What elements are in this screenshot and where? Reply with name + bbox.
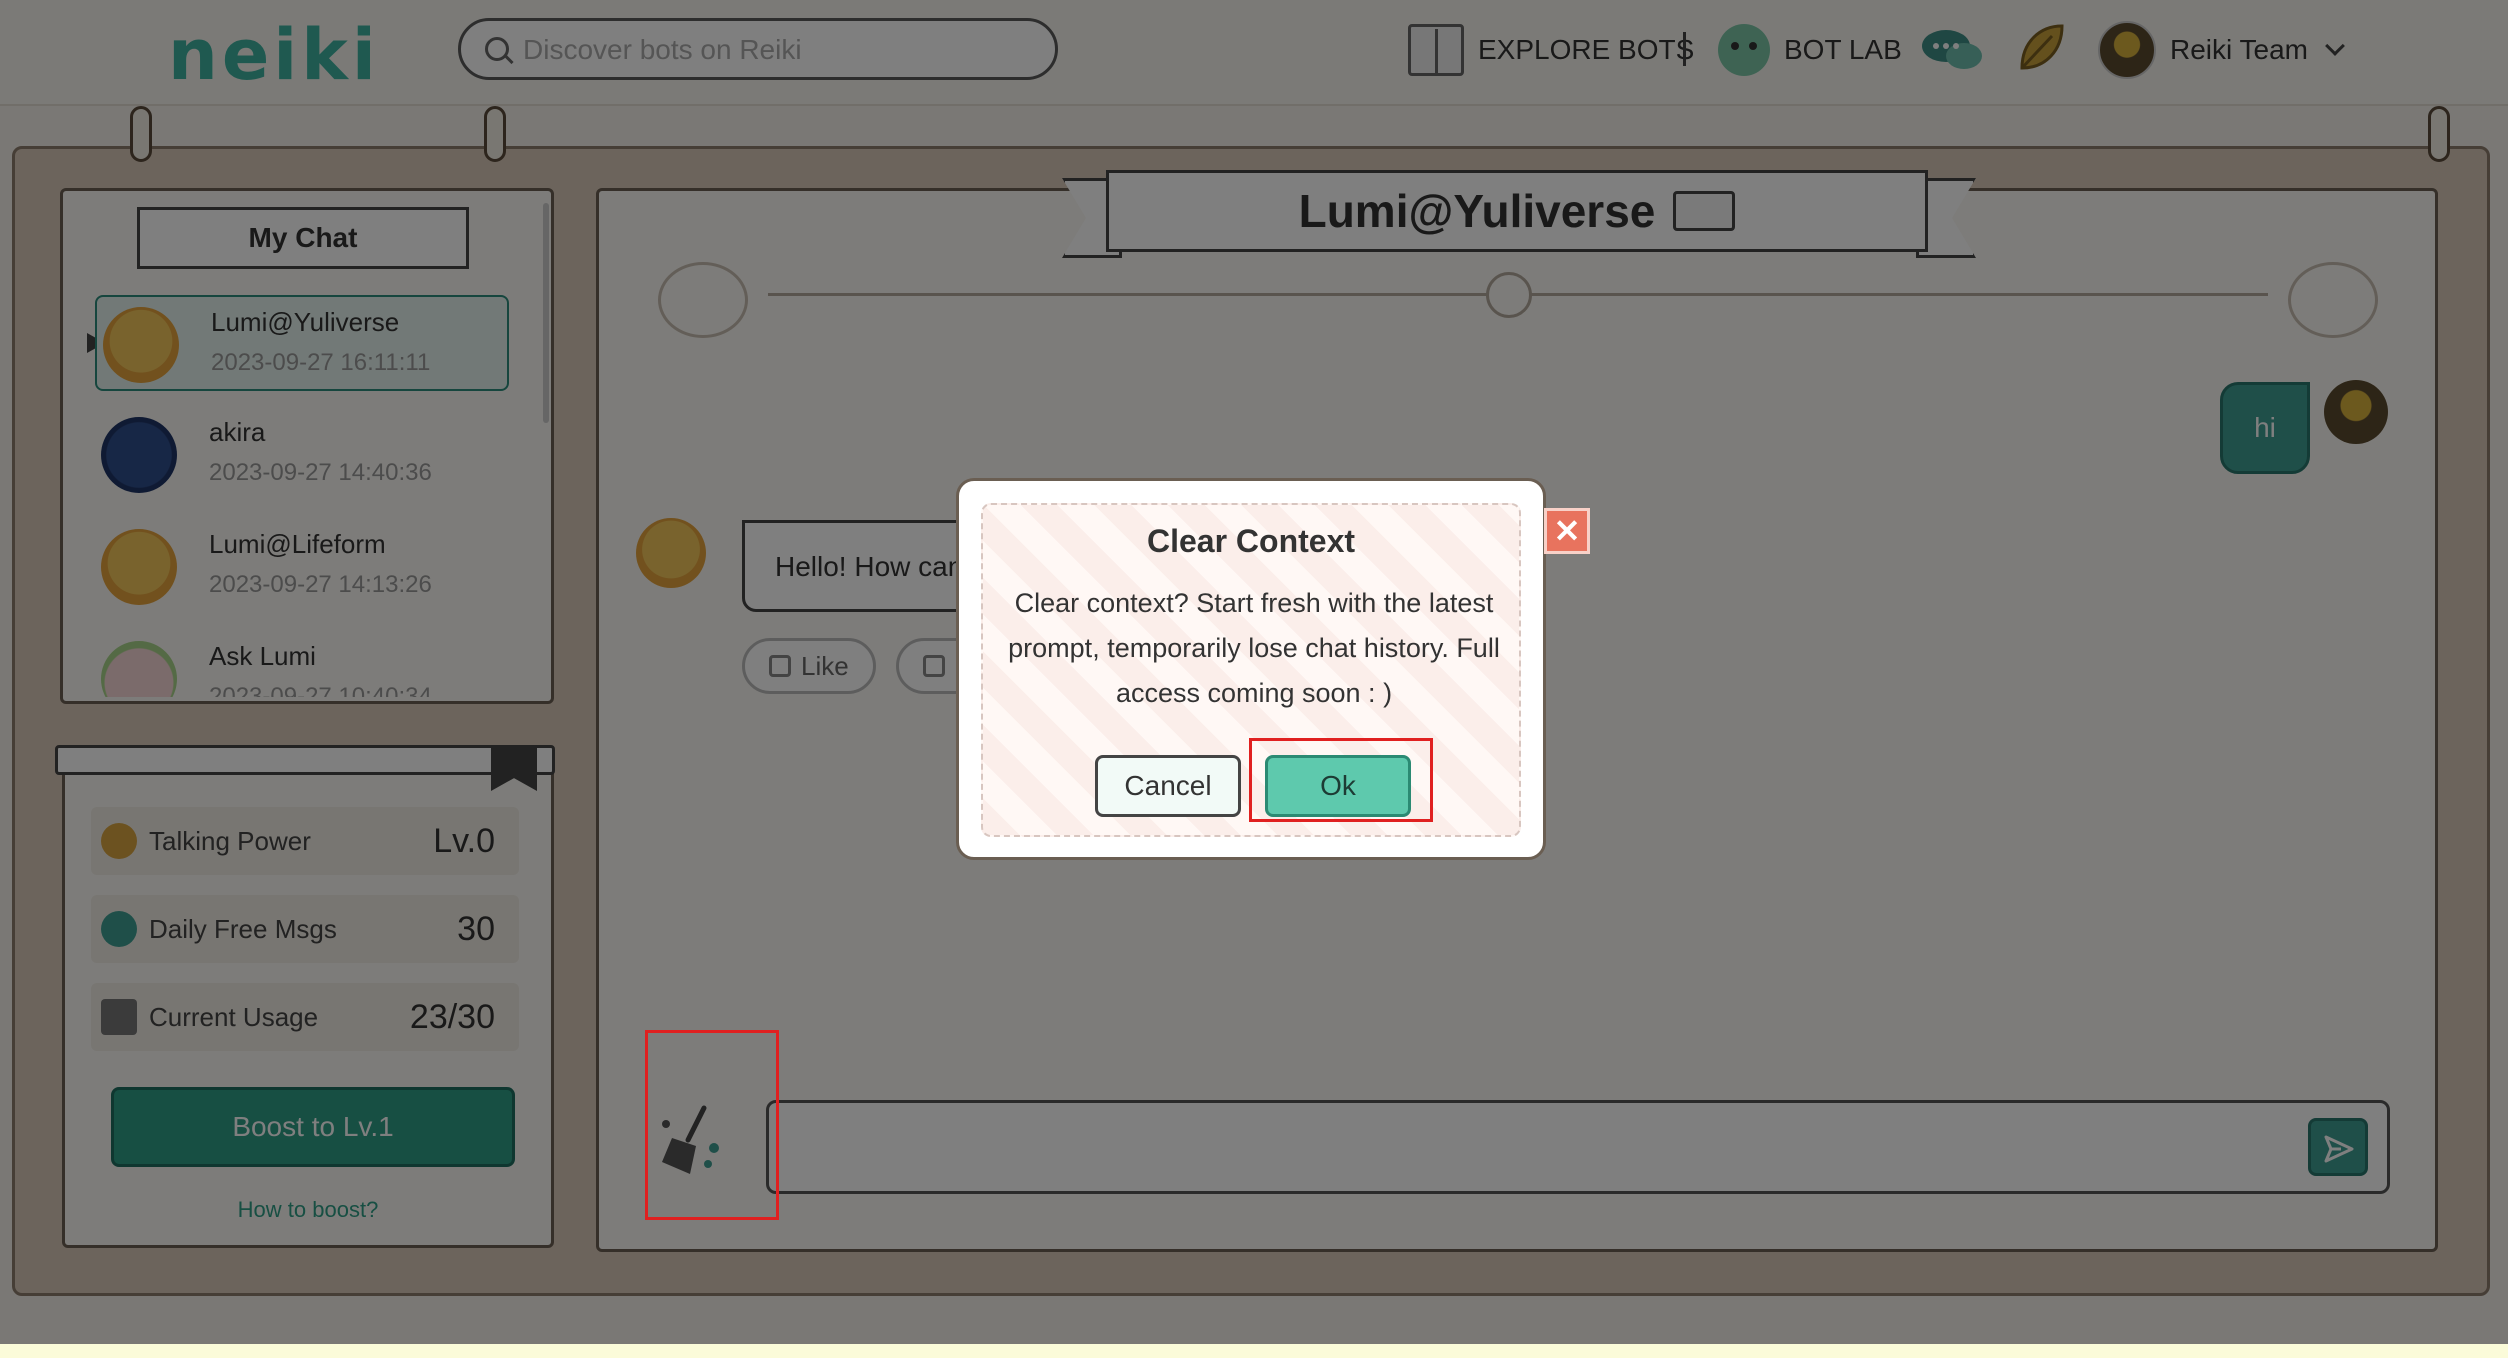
bottom-strip xyxy=(0,1344,2508,1358)
dialog-text: Clear context? Start fresh with the late… xyxy=(1008,588,1500,708)
highlight-box-broom xyxy=(645,1030,779,1220)
close-icon[interactable]: ✕ xyxy=(1544,508,1590,554)
cancel-button[interactable]: Cancel xyxy=(1095,755,1241,817)
highlight-box-ok xyxy=(1249,738,1433,822)
dialog-title: Clear Context xyxy=(1146,523,1356,559)
